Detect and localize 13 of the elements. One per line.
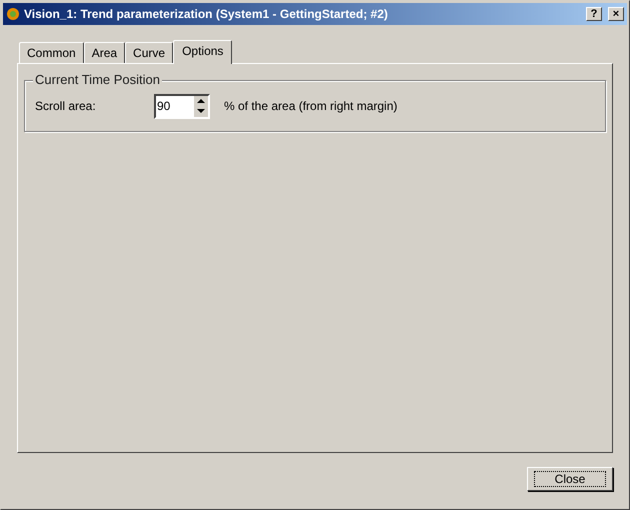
help-button[interactable]: ? [586,7,602,21]
input-field[interactable]: 90 [156,97,194,115]
spin-box[interactable]: 90 [154,94,210,118]
close-button[interactable]: × [608,7,624,21]
up-arrow-icon[interactable] [194,96,208,106]
tab[interactable]: Common [19,42,84,63]
tab[interactable]: Area [84,42,126,63]
window-title: Vision_1: Trend parameterization (System1 - GettingStarted; #2) [24,6,389,23]
field-label: Scroll area: [35,98,97,115]
unit-label: % of the area (from right margin) [224,98,398,115]
tab[interactable]: Curve [125,42,174,63]
tab[interactable]: Options [173,40,232,64]
close-dialog-button[interactable]: Close [527,467,613,491]
